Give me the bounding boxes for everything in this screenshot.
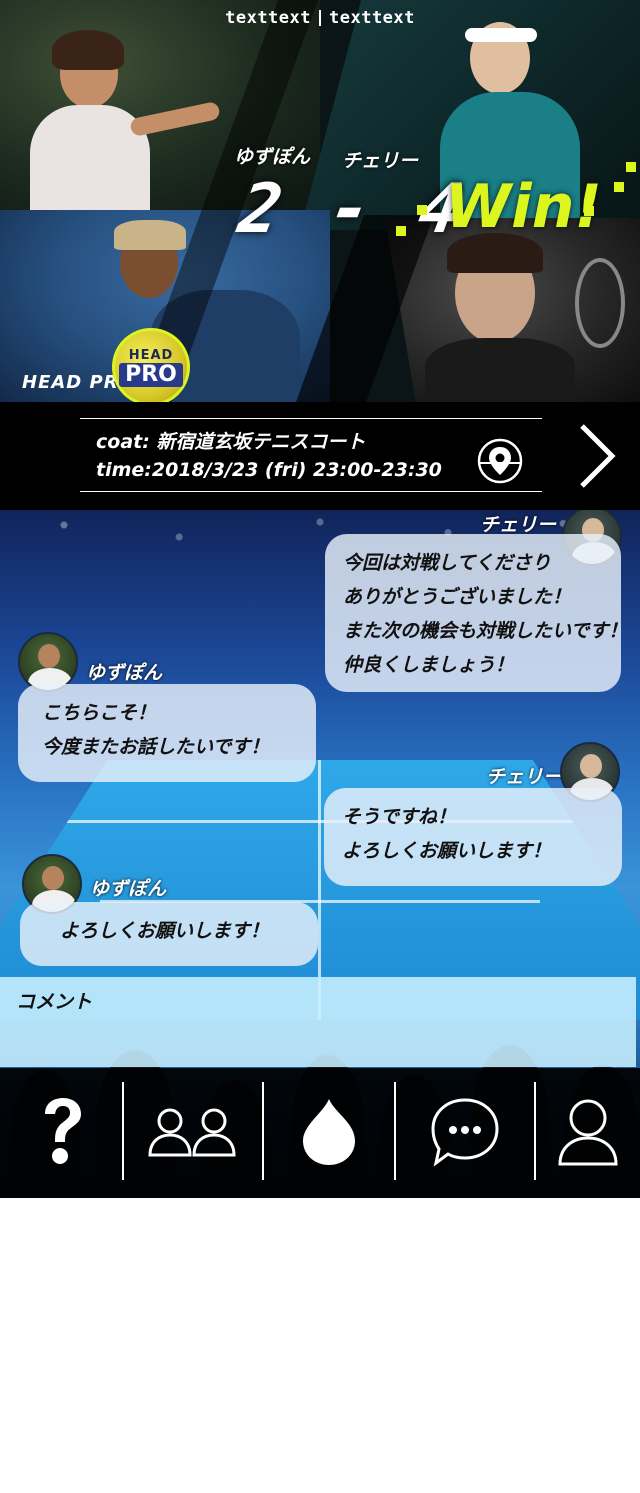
tab-home[interactable]: [264, 1082, 394, 1182]
tab-help[interactable]: [0, 1082, 122, 1182]
app-screen: texttext texttext ゆずぽん チェリー 2 - 4 Win! HE…: [0, 0, 640, 1198]
match-time: time:2018/3/23 (fri) 23:00-23:30: [96, 459, 442, 481]
accent-dot: [614, 182, 624, 192]
chevron-right-icon[interactable]: [572, 420, 620, 492]
accent-dot: [396, 226, 406, 236]
tab-profile[interactable]: [536, 1082, 640, 1182]
sender-name: チェリー: [486, 766, 563, 788]
match-hero: texttext texttext ゆずぽん チェリー 2 - 4 Win! HE…: [0, 0, 640, 402]
flame-icon: [303, 1099, 355, 1165]
match-info-bar: coat: 新宿道玄坂テニスコート time:2018/3/23 (fri) 2…: [0, 402, 640, 510]
chat-bubble: そうですね！ よろしくお願いします！: [324, 788, 622, 886]
chat-bubble-icon: [431, 1098, 499, 1167]
question-icon: [45, 1098, 81, 1164]
profile-icon: [558, 1099, 618, 1166]
player-name-left: ゆずぽん: [234, 146, 311, 168]
chat-bubble: こちらこそ！ 今度またお話したいです！: [18, 684, 316, 782]
accent-dot: [417, 205, 427, 215]
map-pin-icon[interactable]: [476, 437, 524, 485]
accent-dot: [584, 206, 594, 216]
tab-messages[interactable]: [396, 1082, 534, 1182]
avatar[interactable]: [18, 632, 78, 692]
chat-bubble: よろしくお願いします！: [20, 902, 318, 966]
bottom-tab-bar: [0, 1068, 640, 1198]
friends-icon: [148, 1108, 236, 1157]
court-location: coat: 新宿道玄坂テニスコート: [96, 431, 366, 453]
tab-friends[interactable]: [124, 1082, 262, 1182]
header-text-right: texttext: [329, 8, 415, 28]
sender-name: ゆずぽん: [90, 878, 167, 900]
comment-input[interactable]: コメント: [0, 977, 636, 1067]
match-details: coat: 新宿道玄坂テニスコート time:2018/3/23 (fri) 2…: [80, 418, 542, 492]
sender-name: ゆずぽん: [86, 662, 163, 684]
tennis-ball-logo: HEAD PRO: [112, 328, 190, 402]
match-score: 2 - 4: [233, 170, 472, 249]
hero-header: texttext texttext: [0, 8, 640, 28]
sender-name: チェリー: [480, 514, 557, 536]
accent-dot: [626, 162, 636, 172]
header-text-left: texttext: [225, 8, 311, 28]
player-name-right: チェリー: [342, 150, 419, 172]
chat-bubble: 今回は対戦してくださり ありがとうございました！ また次の機会も対戦したいです！…: [325, 534, 627, 692]
comment-placeholder: コメント: [16, 991, 93, 1013]
result-win-label: Win!: [445, 172, 602, 242]
